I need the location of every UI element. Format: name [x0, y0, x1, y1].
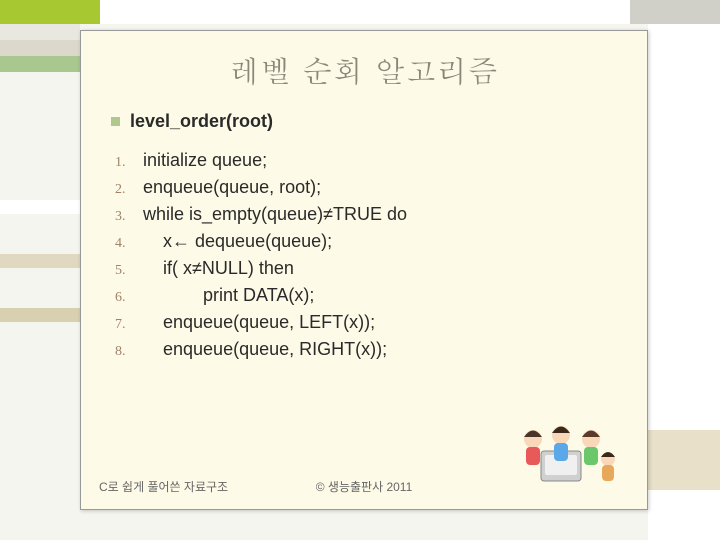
step-row: 6. print DATA(x);: [111, 285, 617, 306]
stripe-white: [100, 0, 630, 24]
step-number: 1.: [111, 155, 143, 171]
stripe-grey: [630, 0, 720, 24]
side-stripes-upper: [0, 24, 80, 72]
step-row: 5. if( x≠NULL) then: [111, 258, 617, 279]
slide-content: level_order(root) 1. initialize queue; 2…: [81, 105, 647, 360]
footer-copyright: © 생능출판사 2011: [316, 478, 413, 495]
slide-title: 레벨 순회 알고리즘: [81, 31, 647, 105]
step-number: 8.: [111, 344, 143, 360]
step-row: 8. enqueue(queue, RIGHT(x));: [111, 339, 617, 360]
slide-card: 레벨 순회 알고리즘 level_order(root) 1. initiali…: [80, 30, 648, 510]
step-text: x← dequeue(queue);: [143, 231, 332, 252]
right-background-accent: [648, 430, 720, 490]
side-stripe: [0, 40, 80, 56]
step-text: initialize queue;: [143, 150, 267, 171]
side-stripe: [0, 200, 80, 214]
heading-row: level_order(root): [111, 111, 617, 132]
side-stripe: [0, 308, 80, 322]
step-number: 7.: [111, 317, 143, 333]
step-row: 4. x← dequeue(queue);: [111, 231, 617, 252]
step-text: enqueue(queue, RIGHT(x));: [143, 339, 387, 360]
step-number: 4.: [111, 236, 143, 252]
side-stripe: [0, 254, 80, 268]
step-row: 7. enqueue(queue, LEFT(x));: [111, 312, 617, 333]
step-number: 2.: [111, 182, 143, 198]
side-stripe: [0, 24, 80, 40]
step-text: while is_empty(queue)≠TRUE do: [143, 204, 407, 225]
children-illustration: [513, 409, 623, 489]
step-number: 6.: [111, 290, 143, 306]
step-text: enqueue(queue, root);: [143, 177, 321, 198]
footer-left-text: C로 쉽게 풀어쓴 자료구조: [99, 478, 228, 495]
bullet-icon: [111, 117, 120, 126]
step-text: enqueue(queue, LEFT(x));: [143, 312, 375, 333]
step-text: print DATA(x);: [143, 285, 314, 306]
step-row: 2. enqueue(queue, root);: [111, 177, 617, 198]
stripe-green: [0, 0, 100, 24]
step-row: 3. while is_empty(queue)≠TRUE do: [111, 204, 617, 225]
side-stripe: [0, 56, 80, 72]
step-text: if( x≠NULL) then: [143, 258, 294, 279]
step-row: 1. initialize queue;: [111, 150, 617, 171]
function-heading: level_order(root): [130, 111, 273, 132]
side-stripes-lower: [0, 200, 80, 322]
step-number: 3.: [111, 209, 143, 225]
step-number: 5.: [111, 263, 143, 279]
top-stripe-bar: [0, 0, 720, 24]
